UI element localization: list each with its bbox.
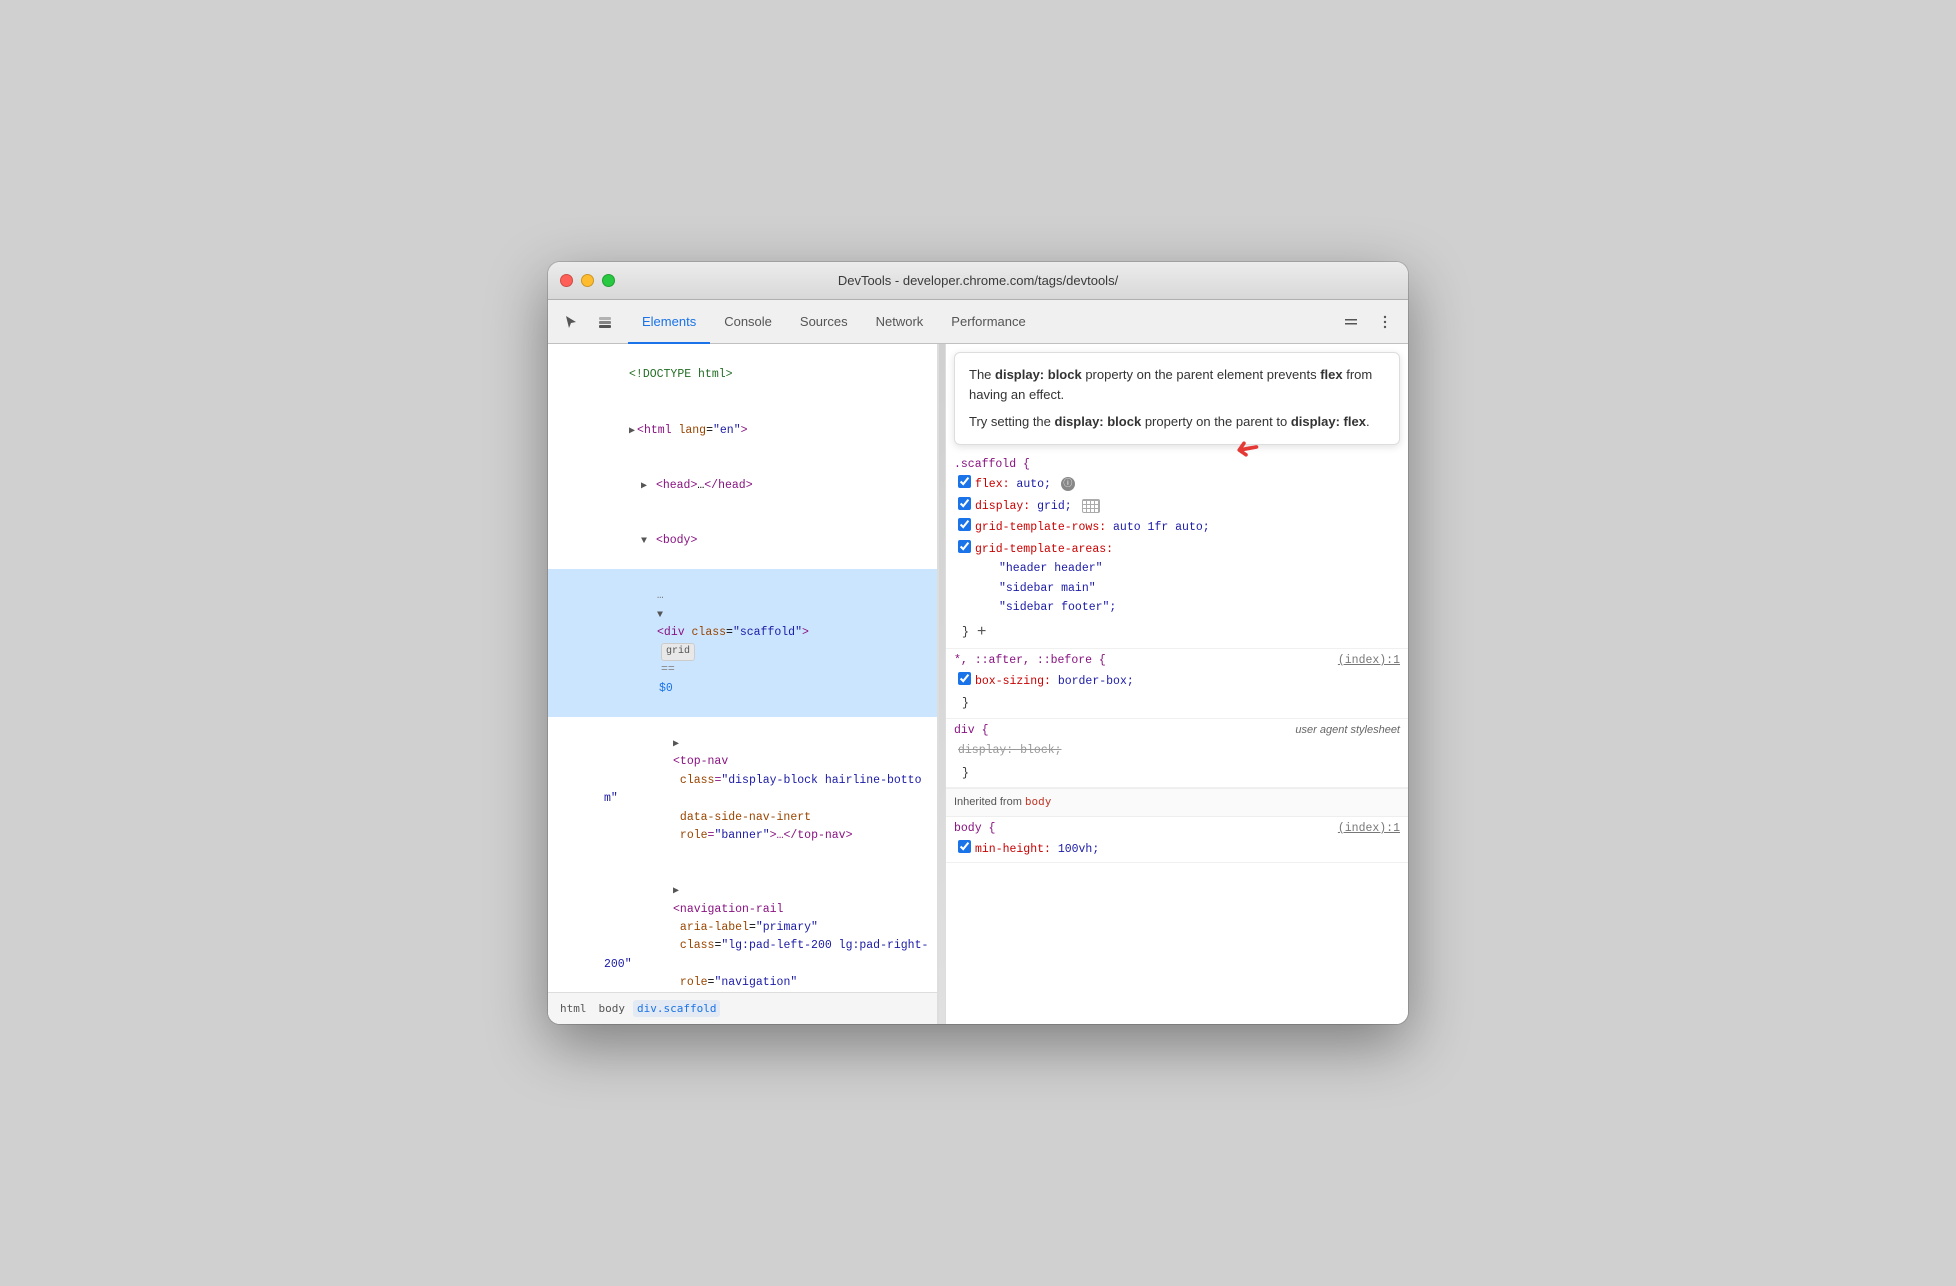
body-selector: body { xyxy=(954,819,995,839)
scaffold-selector: .scaffold { xyxy=(954,458,1030,471)
user-agent-label: user agent stylesheet xyxy=(1295,721,1400,741)
elements-panel: <!DOCTYPE html> ▶<html lang="en"> ▶ <hea… xyxy=(548,344,938,1024)
tab-console[interactable]: Console xyxy=(710,301,786,344)
expand-icon[interactable]: ▶ xyxy=(673,739,679,750)
breadcrumb-html[interactable]: html xyxy=(556,1000,591,1017)
elements-tree[interactable]: <!DOCTYPE html> ▶<html lang="en"> ▶ <hea… xyxy=(548,344,937,992)
grid-icon[interactable] xyxy=(1082,499,1100,513)
inherited-from: body xyxy=(1025,795,1052,808)
devtools-settings-button[interactable] xyxy=(1370,307,1400,337)
tab-icon-group xyxy=(556,300,620,343)
display-checkbox[interactable] xyxy=(958,497,971,510)
info-icon[interactable]: ⓘ xyxy=(1061,477,1075,491)
grid-badge[interactable]: grid xyxy=(661,643,695,661)
flex-line: flex: auto; ⓘ xyxy=(954,474,1400,496)
min-height-checkbox[interactable] xyxy=(958,840,971,853)
more-tabs-button[interactable] xyxy=(1336,307,1366,337)
add-rule-button[interactable]: + xyxy=(977,619,987,646)
body-line[interactable]: ▼ <body> xyxy=(548,514,937,569)
styles-panel: The display: block property on the paren… xyxy=(946,344,1408,1024)
grid-areas-checkbox[interactable] xyxy=(958,540,971,553)
body-rule: body { (index):1 min-height: 100vh; xyxy=(946,817,1408,863)
box-sizing-line: box-sizing: border-box; xyxy=(954,671,1400,693)
expand-icon[interactable]: ▶ xyxy=(673,886,679,897)
window-title: DevTools - developer.chrome.com/tags/dev… xyxy=(838,273,1118,288)
box-sizing-checkbox[interactable] xyxy=(958,672,971,685)
inherited-label: Inherited from body xyxy=(946,788,1408,817)
tab-network[interactable]: Network xyxy=(862,301,938,344)
universal-rule: *, ::after, ::before { (index):1 box-siz… xyxy=(946,649,1408,719)
min-height-line: min-height: 100vh; xyxy=(954,839,1400,861)
scaffold-rule: .scaffold { flex: auto; ⓘ xyxy=(946,453,1408,650)
html-tag-line[interactable]: ▶<html lang="en"> xyxy=(548,403,937,458)
tooltip-popup: The display: block property on the paren… xyxy=(954,352,1400,445)
close-button[interactable] xyxy=(560,274,573,287)
breadcrumb-body[interactable]: body xyxy=(595,1000,630,1017)
layers-icon-btn[interactable] xyxy=(590,307,620,337)
collapse-icon[interactable]: ▼ xyxy=(657,610,663,621)
tab-more-area xyxy=(1336,300,1400,343)
body-location[interactable]: (index):1 xyxy=(1338,819,1400,839)
nav-rail-line[interactable]: ▶ <navigation-rail aria-label="primary" … xyxy=(548,864,937,992)
cursor-icon-btn[interactable] xyxy=(556,307,586,337)
devtools-tabs: Elements Console Sources Network Perform… xyxy=(548,300,1408,344)
head-line[interactable]: ▶ <head>…</head> xyxy=(548,458,937,513)
div-selector: div { xyxy=(954,721,989,741)
tab-sources[interactable]: Sources xyxy=(786,301,862,344)
devtools-window: DevTools - developer.chrome.com/tags/dev… xyxy=(548,262,1408,1024)
titlebar: DevTools - developer.chrome.com/tags/dev… xyxy=(548,262,1408,300)
div-rule: div { user agent stylesheet display: blo… xyxy=(946,719,1408,789)
breadcrumb: html body div.scaffold xyxy=(548,992,937,1024)
tab-elements[interactable]: Elements xyxy=(628,301,710,344)
display-block-line: display: block; xyxy=(954,740,1400,762)
breadcrumb-scaffold[interactable]: div.scaffold xyxy=(633,1000,720,1017)
grid-rows-line: grid-template-rows: auto 1fr auto; xyxy=(954,517,1400,539)
styles-content[interactable]: .scaffold { flex: auto; ⓘ xyxy=(946,453,1408,1025)
panel-divider[interactable] xyxy=(938,344,946,1024)
collapse-icon[interactable]: ▼ xyxy=(641,536,647,547)
scaffold-line[interactable]: … ▼ <div class="scaffold"> grid == $0 xyxy=(548,569,937,717)
tab-performance[interactable]: Performance xyxy=(937,301,1039,344)
minimize-button[interactable] xyxy=(581,274,594,287)
universal-selector: *, ::after, ::before { xyxy=(954,651,1106,671)
grid-rows-checkbox[interactable] xyxy=(958,518,971,531)
doctype-line: <!DOCTYPE html> xyxy=(548,348,937,403)
devtools-main: <!DOCTYPE html> ▶<html lang="en"> ▶ <hea… xyxy=(548,344,1408,1024)
traffic-lights xyxy=(560,274,615,287)
maximize-button[interactable] xyxy=(602,274,615,287)
top-nav-line[interactable]: ▶ <top-nav class="display-block hairline… xyxy=(548,717,937,864)
display-line: display: grid; xyxy=(954,496,1400,518)
expand-icon[interactable]: ▶ xyxy=(629,426,635,437)
grid-areas-line: grid-template-areas: "header header" "si… xyxy=(954,539,1400,619)
expand-icon[interactable]: ▶ xyxy=(641,481,647,492)
universal-location[interactable]: (index):1 xyxy=(1338,651,1400,671)
flex-checkbox[interactable] xyxy=(958,475,971,488)
